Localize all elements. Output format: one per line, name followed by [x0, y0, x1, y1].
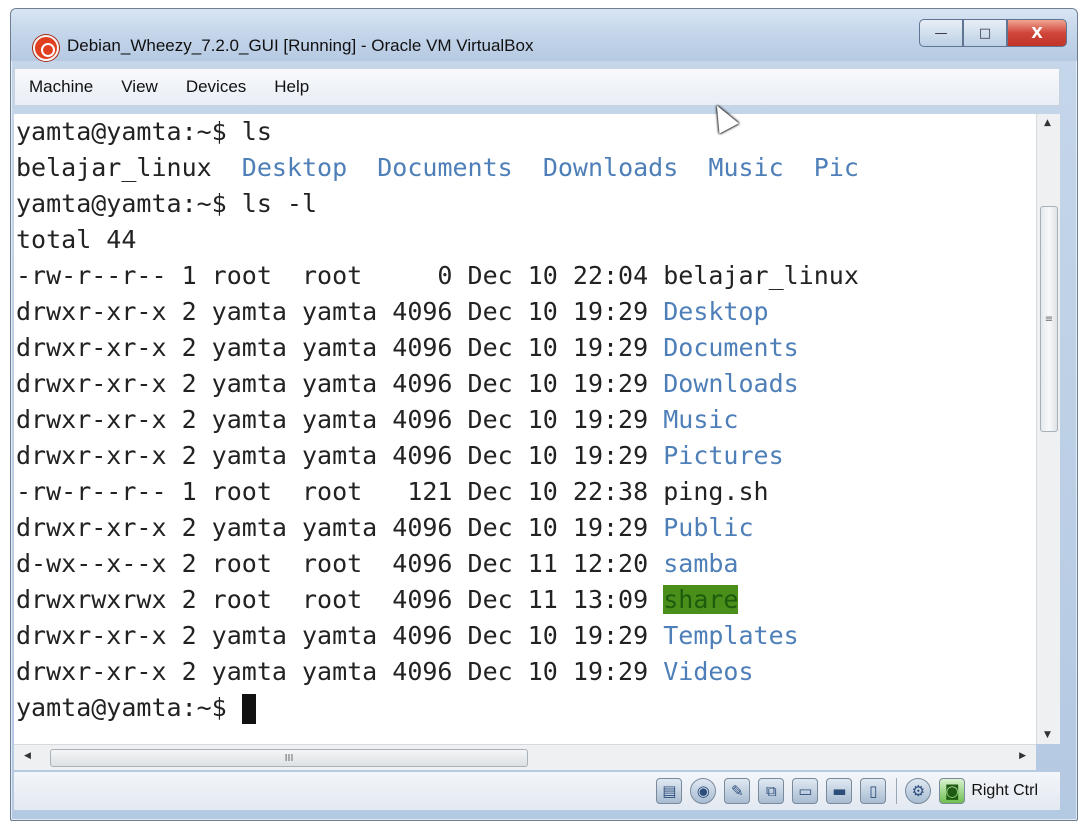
terminal-line: belajar_linux Desktop Documents Download… [16, 150, 859, 186]
minimize-button[interactable]: — [919, 19, 963, 47]
window-title: Debian_Wheezy_7.2.0_GUI [Running] - Orac… [67, 36, 534, 55]
vertical-scrollbar[interactable]: ▲ ≡ ▼ [1036, 114, 1060, 744]
optical-drive-icon[interactable]: ◉ [690, 778, 717, 804]
terminal-line: drwxrwxrwx 2 root root 4096 Dec 11 13:09… [16, 582, 739, 618]
scroll-left-arrow-icon[interactable]: ◀ [24, 751, 31, 761]
directory-name: Public [663, 513, 754, 542]
terminal-text: drwxr-xr-x 2 yamta yamta 4096 Dec 10 19:… [16, 369, 664, 398]
terminal-line: drwxr-xr-x 2 yamta yamta 4096 Dec 10 19:… [16, 510, 754, 546]
terminal-text: drwxrwxrwx 2 root root 4096 Dec 11 13:09 [16, 585, 664, 614]
terminal-line: yamta@yamta:~$ ls [16, 114, 272, 150]
terminal-line: d-wx--x--x 2 root root 4096 Dec 11 12:20… [16, 546, 738, 582]
terminal-text: d-wx--x--x 2 root root 4096 Dec 11 12:20 [16, 549, 664, 578]
terminal-text: belajar_linux [663, 261, 859, 290]
terminal-line: drwxr-xr-x 2 yamta yamta 4096 Dec 10 19:… [16, 438, 784, 474]
terminal-text: yamta@yamta:~$ ls -l [16, 189, 318, 218]
terminal-text: -rw-r--r-- 1 root root 0 Dec 10 22:04 [16, 261, 664, 290]
hard-disk-icon[interactable]: ▤ [656, 778, 683, 804]
scroll-down-arrow-icon[interactable]: ▼ [1044, 730, 1051, 740]
directory-name: Downloads [663, 369, 799, 398]
directory-name: Documents [377, 153, 513, 182]
horizontal-scrollbar[interactable]: ◀ III ▶ [14, 744, 1036, 770]
close-button[interactable]: X [1007, 19, 1067, 47]
terminal-line: yamta@yamta:~$ [16, 690, 256, 726]
menu-help[interactable]: Help [260, 68, 323, 106]
directory-name: Templates [663, 621, 799, 650]
directory-name: Videos [663, 657, 754, 686]
terminal-text: yamta@yamta:~$ [16, 693, 242, 722]
highlighted-directory-name: share [663, 585, 739, 614]
terminal-line: total 44 [16, 222, 136, 258]
directory-name: Desktop [663, 297, 769, 326]
menu-view[interactable]: View [107, 68, 172, 106]
terminal-text: ping.sh [663, 477, 769, 506]
window-controls: — □ X [919, 19, 1067, 47]
terminal-text: belajar_linux [16, 153, 242, 182]
terminal-text: drwxr-xr-x 2 yamta yamta 4096 Dec 10 19:… [16, 513, 664, 542]
directory-name: samba [663, 549, 739, 578]
scroll-right-arrow-icon[interactable]: ▶ [1019, 751, 1026, 761]
display-icon[interactable]: ▬ [826, 778, 853, 804]
status-bar: ▤ ◉ ✎ ⧉ ▭ ▬ ▯ ⚙ ◙ Right Ctrl [14, 772, 1060, 810]
directory-name: Pic [813, 153, 859, 182]
directory-name: Downloads [542, 153, 679, 182]
terminal-line: drwxr-xr-x 2 yamta yamta 4096 Dec 10 19:… [16, 294, 769, 330]
usb-icon[interactable]: ✎ [724, 778, 751, 804]
terminal-line: drwxr-xr-x 2 yamta yamta 4096 Dec 10 19:… [16, 654, 754, 690]
maximize-button[interactable]: □ [963, 19, 1007, 47]
terminal-text: -rw-r--r-- 1 root root 121 Dec 10 22:38 [16, 477, 664, 506]
menu-bar: Machine View Devices Help [14, 68, 1060, 106]
terminal-text: drwxr-xr-x 2 yamta yamta 4096 Dec 10 19:… [16, 441, 664, 470]
scroll-up-arrow-icon[interactable]: ▲ [1044, 118, 1051, 128]
terminal-line: drwxr-xr-x 2 yamta yamta 4096 Dec 10 19:… [16, 366, 799, 402]
vertical-scroll-thumb[interactable]: ≡ [1040, 206, 1058, 432]
directory-name: Pictures [663, 441, 784, 470]
menu-devices[interactable]: Devices [172, 68, 260, 106]
title-bar[interactable]: Debian_Wheezy_7.2.0_GUI [Running] - Orac… [11, 9, 1077, 61]
terminal-screen[interactable]: yamta@yamta:~$ ls belajar_linux Desktop D… [14, 114, 1036, 744]
menu-machine[interactable]: Machine [15, 68, 107, 106]
terminal-text: total 44 [16, 225, 137, 254]
terminal-line: -rw-r--r-- 1 root root 0 Dec 10 22:04 be… [16, 258, 859, 294]
terminal-text: drwxr-xr-x 2 yamta yamta 4096 Dec 10 19:… [16, 405, 664, 434]
directory-name: Documents [663, 333, 799, 362]
directory-name: Music [708, 153, 784, 182]
virtualization-icon[interactable]: ⚙ [905, 778, 932, 804]
terminal-text: drwxr-xr-x 2 yamta yamta 4096 Dec 10 19:… [16, 333, 664, 362]
terminal-line: drwxr-xr-x 2 yamta yamta 4096 Dec 10 19:… [16, 330, 799, 366]
video-capture-icon[interactable]: ▯ [860, 778, 887, 804]
shared-folders-icon[interactable]: ▭ [792, 778, 819, 804]
terminal-text: drwxr-xr-x 2 yamta yamta 4096 Dec 10 19:… [16, 657, 664, 686]
network-icon[interactable]: ⧉ [758, 778, 785, 804]
terminal-text: yamta@yamta:~$ ls [16, 117, 272, 146]
terminal-text: drwxr-xr-x 2 yamta yamta 4096 Dec 10 19:… [16, 297, 664, 326]
horizontal-scroll-thumb[interactable]: III [50, 749, 528, 767]
directory-name: Desktop [241, 153, 348, 182]
mouse-integration-icon[interactable]: ◙ [939, 778, 966, 804]
host-key-label: Right Ctrl [971, 782, 1038, 799]
terminal-line: -rw-r--r-- 1 root root 121 Dec 10 22:38 … [16, 474, 769, 510]
terminal-line: drwxr-xr-x 2 yamta yamta 4096 Dec 10 19:… [16, 402, 738, 438]
terminal-text: drwxr-xr-x 2 yamta yamta 4096 Dec 10 19:… [16, 621, 664, 650]
virtualbox-logo-icon [33, 35, 59, 61]
status-separator [896, 778, 898, 804]
terminal-cursor [241, 694, 256, 724]
directory-name: Music [663, 405, 739, 434]
terminal-line: drwxr-xr-x 2 yamta yamta 4096 Dec 10 19:… [16, 618, 799, 654]
terminal-line: yamta@yamta:~$ ls -l [16, 186, 317, 222]
